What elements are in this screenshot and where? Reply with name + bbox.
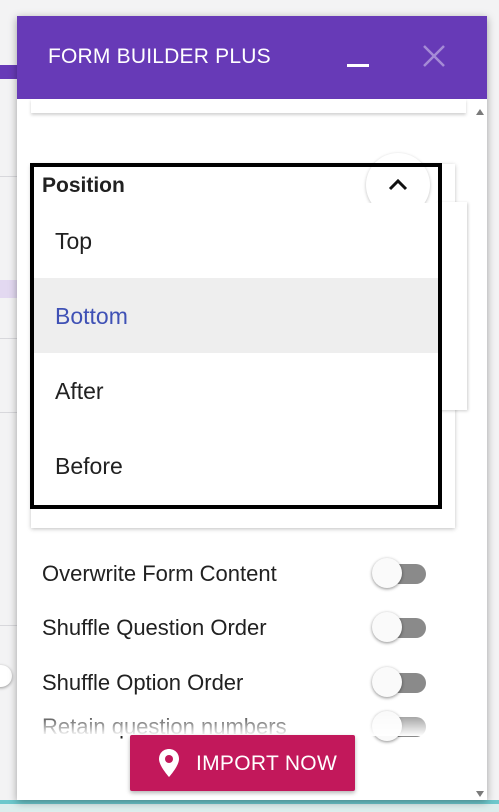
position-option-before[interactable]: Before <box>31 428 440 503</box>
shuffle-option-order-toggle[interactable] <box>372 667 428 697</box>
shuffle-option-order-label: Shuffle Option Order <box>42 670 244 695</box>
previous-card-edge <box>31 99 466 113</box>
option-label: Before <box>55 453 123 479</box>
option-label: Top <box>55 228 93 254</box>
position-label: Position <box>42 174 125 197</box>
toggle-knob <box>372 558 402 588</box>
shuffle-question-order-label: Shuffle Question Order <box>42 615 267 640</box>
position-dropdown-menu: Top Bottom After Before <box>31 203 440 503</box>
position-option-top[interactable]: Top <box>31 203 440 278</box>
option-label: After <box>55 378 104 404</box>
background-divider <box>0 412 18 413</box>
toggle-knob <box>372 667 402 697</box>
background-divider <box>0 338 18 339</box>
toggle-knob <box>372 612 402 642</box>
shuffle-question-order-toggle[interactable] <box>372 612 428 642</box>
overwrite-form-content-toggle[interactable] <box>372 558 428 588</box>
background-divider <box>0 176 18 177</box>
overwrite-form-content-label: Overwrite Form Content <box>42 561 277 586</box>
scroll-up-arrow-icon[interactable] <box>476 109 484 115</box>
option-label: Bottom <box>55 303 128 329</box>
scroll-fade <box>17 716 457 736</box>
chevron-up-icon <box>388 178 408 191</box>
background-divider <box>0 625 18 626</box>
panel-scrollbar[interactable] <box>473 107 487 800</box>
scroll-down-arrow-icon[interactable] <box>476 791 484 797</box>
close-button[interactable] <box>419 41 449 71</box>
location-pin-icon <box>159 749 179 777</box>
import-now-label: IMPORT NOW <box>196 752 338 775</box>
panel-header: FORM BUILDER PLUS <box>17 16 487 99</box>
background-bottom-bar-inner <box>0 804 499 812</box>
position-option-bottom[interactable]: Bottom <box>31 278 440 353</box>
minimize-icon <box>347 64 369 67</box>
background-toggle-knob <box>0 665 12 687</box>
panel-title: FORM BUILDER PLUS <box>48 45 271 68</box>
addon-panel: FORM BUILDER PLUS Position Top Bottom Af… <box>17 16 487 800</box>
position-card-edge <box>437 202 467 410</box>
background-accent <box>0 280 18 298</box>
import-now-button[interactable]: IMPORT NOW <box>130 735 355 791</box>
minimize-button[interactable] <box>345 42 371 72</box>
close-icon <box>423 45 445 67</box>
position-option-after[interactable]: After <box>31 353 440 428</box>
